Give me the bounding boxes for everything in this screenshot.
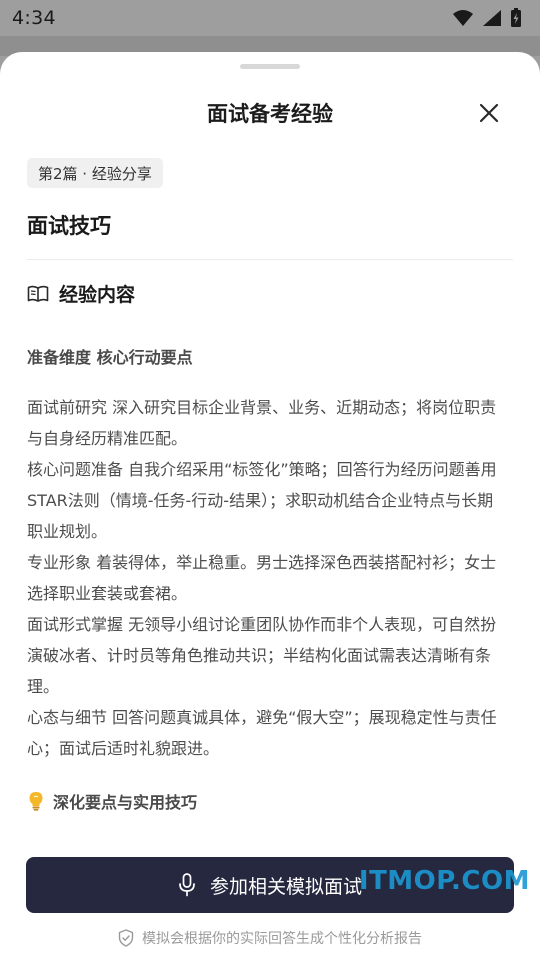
microphone-icon	[179, 873, 195, 897]
site-watermark: ITMOP.COM	[358, 866, 530, 896]
tips-header: 深化要点与实用技巧	[27, 789, 197, 813]
cta-label: 参加相关模拟面试	[209, 875, 362, 898]
footnote-text: 模拟会根据你的实际回答生成个性化分析报告	[142, 931, 422, 947]
content-body: 面试前研究 深入研究目标企业背景、业务、近期动态；将岗位职责与自身经历精准匹配。…	[27, 392, 507, 764]
content-paragraph: 心态与细节 回答问题真诚具体，避免“假大空”；展现稳定性与责任心；面试后适时礼貌…	[27, 708, 497, 758]
article-title: 面试技巧	[27, 214, 111, 238]
book-icon	[27, 285, 49, 302]
status-icons	[452, 8, 522, 28]
signal-icon	[483, 10, 501, 26]
section-header: 经验内容	[27, 280, 135, 307]
close-button[interactable]	[476, 100, 502, 126]
content-paragraph: 核心问题准备 自我介绍采用“标签化”策略；回答行为经历问题善用STAR法则（情境…	[27, 460, 497, 541]
content-subheading: 准备维度 核心行动要点	[27, 348, 193, 367]
divider	[27, 259, 513, 260]
sheet-title: 面试备考经验	[207, 102, 333, 126]
battery-icon	[511, 8, 521, 27]
footnote: 模拟会根据你的实际回答生成个性化分析报告	[0, 928, 540, 948]
content-paragraph: 面试前研究 深入研究目标企业背景、业务、近期动态；将岗位职责与自身经历精准匹配。	[27, 398, 497, 448]
sheet-grabber[interactable]	[240, 64, 300, 69]
tips-label: 深化要点与实用技巧	[53, 793, 198, 812]
content-paragraph: 专业形象 着装得体，举止稳重。男士选择深色西装搭配衬衫；女士选择职业套装或套裙。	[27, 553, 497, 603]
wifi-icon	[453, 10, 473, 26]
bottom-sheet: 面试备考经验 第2篇 · 经验分享 面试技巧 经验内容 准备维度 核心行动要点 …	[0, 52, 540, 960]
content-paragraph: 面试形式掌握 无领导小组讨论重团队协作而非个人表现，可自然扮演破冰者、计时员等角…	[27, 615, 497, 696]
status-bar: 4:34	[0, 0, 540, 36]
article-tag: 第2篇 · 经验分享	[27, 158, 163, 188]
lightbulb-icon	[29, 792, 43, 811]
status-time: 4:34	[12, 7, 56, 29]
shield-check-icon	[118, 929, 134, 947]
section-label: 经验内容	[59, 284, 136, 306]
close-icon	[479, 103, 499, 123]
